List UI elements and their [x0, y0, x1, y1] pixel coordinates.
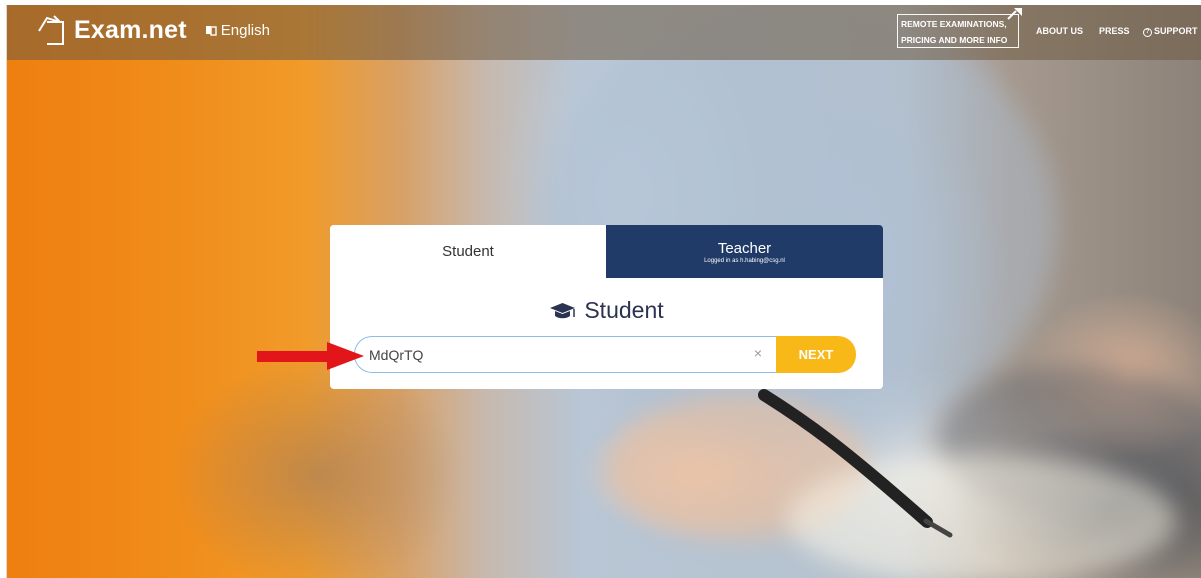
language-label: English — [220, 21, 270, 39]
tab-student[interactable]: Student — [330, 225, 606, 278]
student-tab-label: Student — [442, 243, 494, 260]
close-icon[interactable]: × — [752, 346, 764, 360]
teacher-tab-label: Teacher — [717, 240, 772, 257]
about-us-link[interactable]: ABOUT US — [1036, 26, 1083, 36]
remote-examinations-info-link[interactable]: REMOTE EXAMINATIONS, PRICING AND MORE IN… — [897, 8, 1022, 48]
question-circle-icon: ? — [1143, 28, 1152, 37]
brand-name[interactable]: Exam.net — [74, 16, 187, 45]
pen-shape — [758, 389, 953, 538]
student-heading-label: Student — [584, 297, 664, 323]
student-heading: Student — [330, 297, 883, 324]
user-type-tabs: Student Teacher Logged in as h.habing@cs… — [330, 225, 883, 278]
support-label: SUPPORT — [1154, 26, 1198, 36]
login-card: Student Teacher Logged in as h.habing@cs… — [330, 225, 883, 389]
next-button[interactable]: NEXT — [776, 336, 856, 373]
press-link[interactable]: PRESS — [1099, 26, 1130, 36]
external-arrow-icon — [1007, 8, 1022, 20]
remote-info-line-1: REMOTE EXAMINATIONS, — [901, 19, 1007, 29]
support-link[interactable]: ? SUPPORT — [1143, 26, 1198, 37]
tab-teacher[interactable]: Teacher Logged in as h.habing@csg.nl — [606, 225, 883, 278]
remote-info-line-2: PRICING AND MORE INFO — [901, 35, 1008, 45]
browser-screenshot-frame: Exam.net English REMOTE EXAMINATIONS, PR… — [6, 5, 1201, 578]
red-arrow-annotation — [257, 342, 364, 370]
top-navigation-bar: Exam.net English REMOTE EXAMINATIONS, PR… — [7, 5, 1201, 60]
exam-net-logo-icon[interactable] — [37, 13, 71, 47]
brand-area: Exam.net English — [37, 13, 270, 47]
teacher-login-status: Logged in as h.habing@csg.nl — [704, 258, 785, 264]
exam-code-input[interactable] — [354, 336, 780, 373]
language-icon — [205, 25, 217, 36]
language-selector[interactable]: English — [205, 22, 270, 39]
exam-code-form: × NEXT — [354, 336, 856, 373]
graduation-cap-icon — [550, 302, 576, 318]
